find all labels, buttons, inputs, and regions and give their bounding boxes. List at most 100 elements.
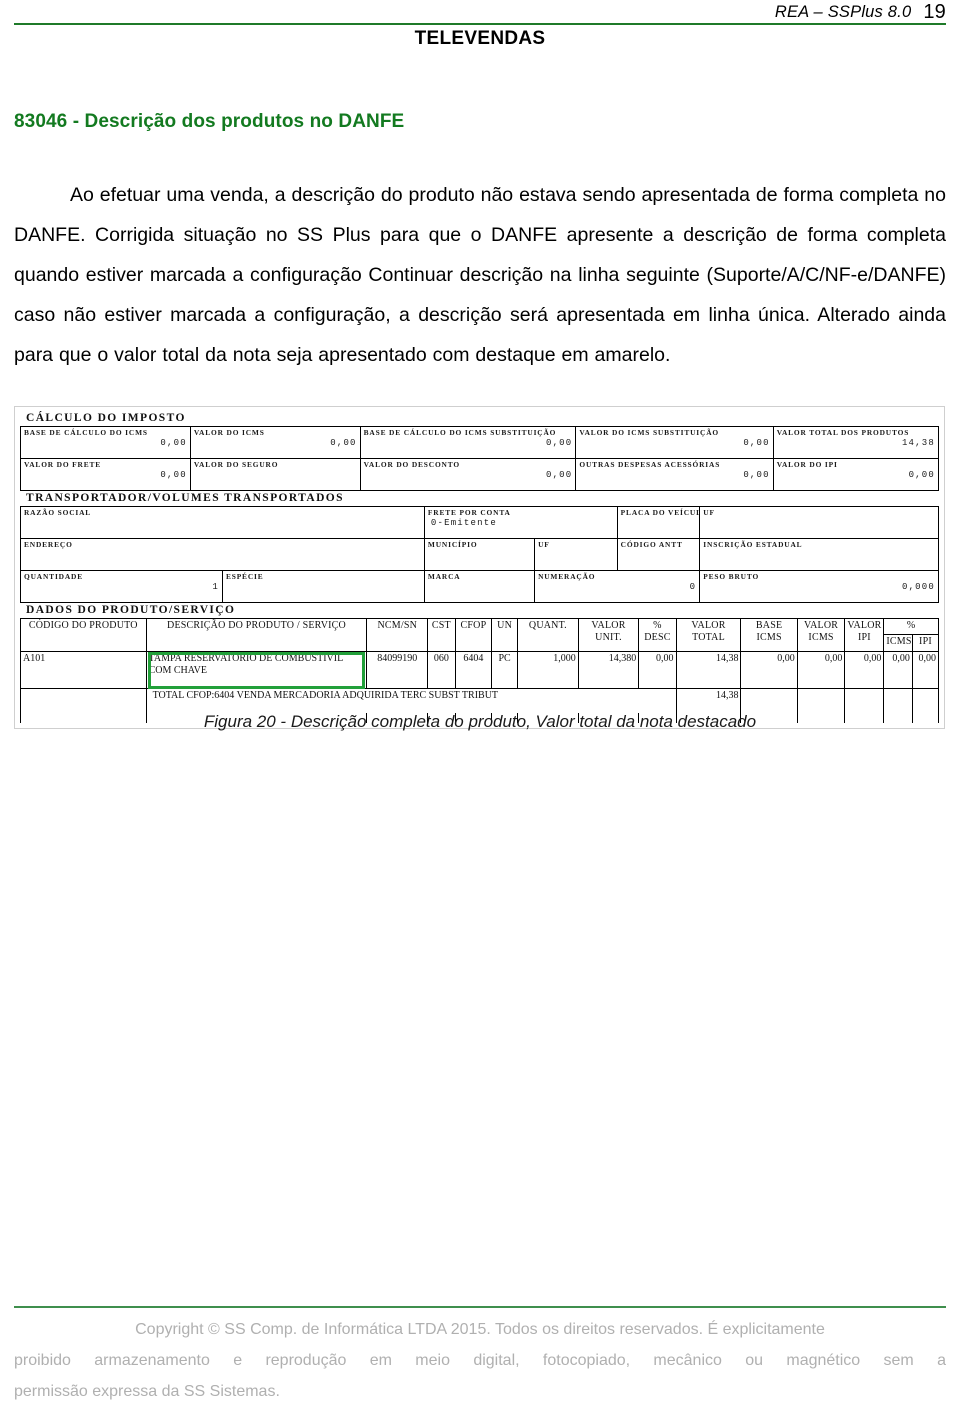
field-value: 0,00 — [579, 438, 769, 449]
document-reference: REA – SSPlus 8.0 — [775, 3, 912, 21]
table-row: A101 TAMPA RESERVATORIO DE COMBUSTIVIL C… — [21, 652, 939, 689]
field-endereco: ENDEREÇO — [21, 539, 425, 571]
field-valor-icms: VALOR DO ICMS 0,00 — [190, 427, 360, 459]
article-body: Ao efetuar uma venda, a descrição do pro… — [14, 175, 946, 375]
totals-blank-valor-icms — [797, 689, 845, 714]
field-value: 14,38 — [777, 438, 935, 449]
table-row: BASE DE CÁLCULO DO ICMS 0,00 VALOR DO IC… — [21, 427, 939, 459]
page-number: 19 — [923, 1, 946, 23]
field-value: 0,000 — [703, 582, 935, 593]
field-caption: MARCA — [428, 572, 531, 581]
field-caption: ENDEREÇO — [24, 540, 421, 549]
cell-ncm-sn: 84099190 — [367, 652, 428, 689]
section-title: TELEVENDAS — [0, 28, 960, 50]
figure-caption: Figura 20 - Descrição completa do produt… — [0, 712, 960, 732]
cell-valor-ipi: 0,00 — [845, 652, 884, 689]
cell-valor-total: 14,38 — [676, 652, 741, 689]
descricao-text: TAMPA RESERVATORIO DE COMBUSTIVIL COM CH… — [149, 653, 343, 676]
field-value: 0,00 — [579, 470, 769, 481]
totals-valor-total: 14,38 — [676, 689, 741, 714]
footer-line-2: proibido armazenamento e reprodução em m… — [14, 1345, 946, 1376]
field-value: 0,00 — [24, 438, 187, 449]
col-cst: CST — [428, 619, 456, 652]
field-caption: PESO BRUTO — [703, 572, 935, 581]
field-value: 0 — [538, 582, 696, 593]
field-caption: VALOR DO ICMS SUBSTITUIÇÃO — [579, 428, 769, 437]
header-divider — [14, 23, 946, 25]
field-caption: RAZÃO SOCIAL — [24, 508, 421, 517]
cell-un: PC — [492, 652, 518, 689]
field-especie: ESPÉCIE — [222, 571, 424, 603]
field-caption: PLACA DO VEÍCULO/ REBOQUE — [621, 508, 697, 517]
field-base-calculo-icms-st: BASE DE CÁLCULO DO ICMS SUBSTITUIÇÃO 0,0… — [360, 427, 576, 459]
article-heading: 83046 - Descrição dos produtos no DANFE — [14, 111, 404, 133]
field-value: 0-Emitente — [428, 518, 614, 529]
table-header-row: CÓDIGO DO PRODUTO DESCRIÇÃO DO PRODUTO /… — [21, 619, 939, 635]
field-peso-bruto-liquido: PESO BRUTO 0,000 — [700, 571, 939, 603]
field-base-calculo-icms: BASE DE CÁLCULO DO ICMS 0,00 — [21, 427, 191, 459]
cell-descricao-produto: TAMPA RESERVATORIO DE COMBUSTIVIL COM CH… — [146, 652, 367, 689]
field-uf-veiculo: UF — [700, 507, 939, 539]
danfe-figure: CÁLCULO DO IMPOSTO BASE DE CÁLCULO DO IC… — [14, 406, 945, 729]
field-caption: UF — [538, 540, 614, 549]
col-valor-total: VALOR TOTAL — [676, 619, 741, 652]
totals-blank-base-icms — [741, 689, 797, 714]
col-perc-desc: % DESC — [639, 619, 676, 652]
cell-cfop: 6404 — [455, 652, 491, 689]
totals-blank-valor-ipi — [845, 689, 884, 714]
col-descricao-produto: DESCRIÇÃO DO PRODUTO / SERVIÇO — [146, 619, 367, 652]
field-caption: MUNICÍPIO — [428, 540, 531, 549]
field-caption: VALOR DO ICMS — [194, 428, 357, 437]
col-valor-ipi: VALOR IPI — [845, 619, 884, 652]
field-razao-social: RAZÃO SOCIAL — [21, 507, 425, 539]
col-perc-icms: ICMS — [884, 635, 913, 652]
page-header: REA – SSPlus 8.0 19 — [0, 0, 960, 26]
totals-blank-perc-icms — [884, 689, 913, 714]
field-caption: QUANTIDADE — [24, 572, 219, 581]
field-value: 0,00 — [194, 438, 357, 449]
field-caption: VALOR DO IPI — [777, 460, 935, 469]
cell-quant: 1,000 — [518, 652, 579, 689]
field-value: 0,00 — [364, 438, 573, 449]
field-caption: INSCRIÇÃO ESTADUAL — [703, 540, 935, 549]
field-caption: FRETE POR CONTA — [428, 508, 614, 517]
cell-perc-icms: 0,00 — [884, 652, 913, 689]
field-valor-desconto: VALOR DO DESCONTO 0,00 — [360, 459, 576, 491]
table-row: ENDEREÇO MUNICÍPIO UF CÓDIGO ANTT INSCRI… — [21, 539, 939, 571]
totals-blank — [21, 689, 147, 714]
field-valor-seguro: VALOR DO SEGURO — [190, 459, 360, 491]
cell-perc-desc: 0,00 — [639, 652, 676, 689]
field-value: 0,00 — [24, 470, 187, 481]
product-data-table: CÓDIGO DO PRODUTO DESCRIÇÃO DO PRODUTO /… — [20, 618, 939, 723]
footer-line-3: permissão expressa da SS Sistemas. — [14, 1376, 946, 1407]
cell-base-icms: 0,00 — [741, 652, 797, 689]
field-valor-icms-st: VALOR DO ICMS SUBSTITUIÇÃO 0,00 — [576, 427, 773, 459]
field-caption: BASE DE CÁLCULO DO ICMS — [24, 428, 187, 437]
field-caption: BASE DE CÁLCULO DO ICMS SUBSTITUIÇÃO — [364, 428, 573, 437]
col-valor-unit: VALOR UNIT. — [578, 619, 639, 652]
footer-line-1: Copyright © SS Comp. de Informática LTDA… — [14, 1314, 946, 1345]
field-codigo-antt: CÓDIGO ANTT — [617, 539, 700, 571]
totals-label: TOTAL CFOP:6404 VENDA MERCADORIA ADQUIRI… — [146, 689, 676, 714]
transport-section-label: TRANSPORTADOR/VOLUMES TRANSPORTADOS — [20, 491, 939, 506]
field-caption: NUMERAÇÃO — [538, 572, 696, 581]
tax-section-label: CÁLCULO DO IMPOSTO — [20, 411, 939, 426]
header-meta: REA – SSPlus 8.0 19 — [775, 1, 946, 24]
field-placa-veiculo: PLACA DO VEÍCULO/ REBOQUE — [617, 507, 700, 539]
field-marca: MARCA — [424, 571, 534, 603]
field-caption: UF — [703, 508, 935, 517]
totals-blank-perc-ipi — [912, 689, 938, 714]
field-caption: ESPÉCIE — [226, 572, 421, 581]
col-quant: QUANT. — [518, 619, 579, 652]
field-value: 0,00 — [777, 470, 935, 481]
cell-cst: 060 — [428, 652, 456, 689]
field-caption: VALOR DO SEGURO — [194, 460, 357, 469]
field-valor-ipi: VALOR DO IPI 0,00 — [773, 459, 938, 491]
cell-valor-unit: 14,380 — [578, 652, 639, 689]
tax-calculation-table: BASE DE CÁLCULO DO ICMS 0,00 VALOR DO IC… — [20, 426, 939, 491]
col-percent-group: % — [884, 619, 939, 635]
field-outras-despesas: OUTRAS DESPESAS ACESSÓRIAS 0,00 — [576, 459, 773, 491]
col-cfop: CFOP — [455, 619, 491, 652]
col-codigo-produto: CÓDIGO DO PRODUTO — [21, 619, 147, 652]
table-totals-row: TOTAL CFOP:6404 VENDA MERCADORIA ADQUIRI… — [21, 689, 939, 714]
